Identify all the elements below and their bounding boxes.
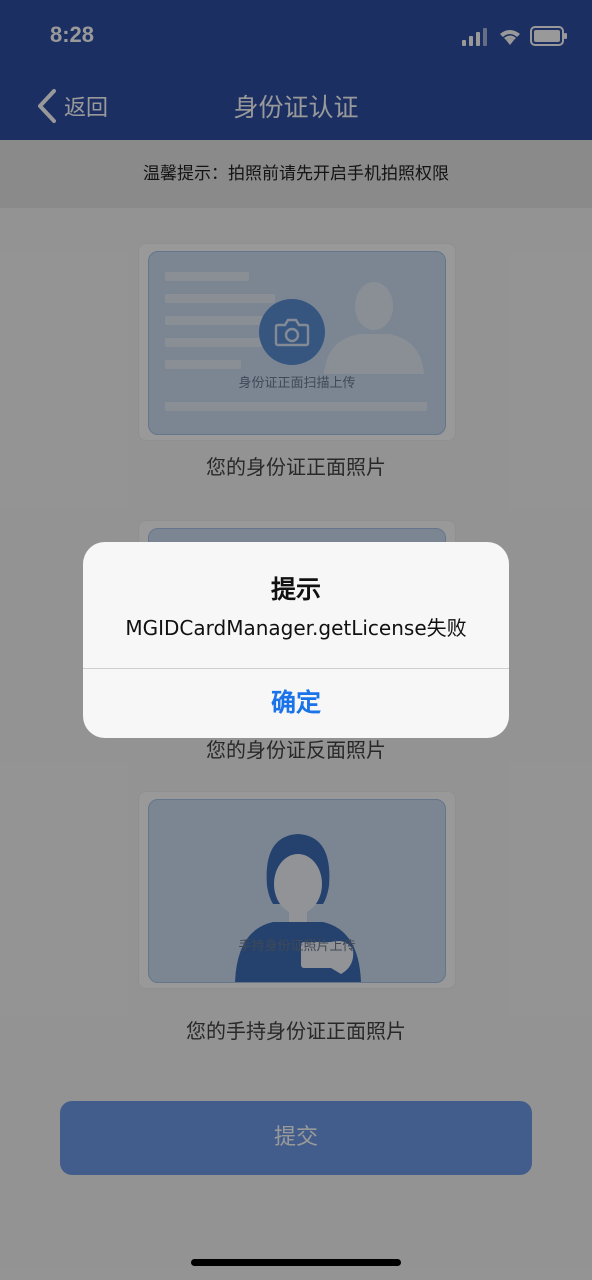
alert-message: MGIDCardManager.getLicense失败: [125, 616, 467, 640]
alert-dialog: 提示 MGIDCardManager.getLicense失败 确定: [83, 542, 509, 738]
home-indicator[interactable]: [191, 1259, 401, 1266]
confirm-button[interactable]: 确定: [83, 668, 509, 738]
alert-title: 提示: [270, 575, 321, 604]
